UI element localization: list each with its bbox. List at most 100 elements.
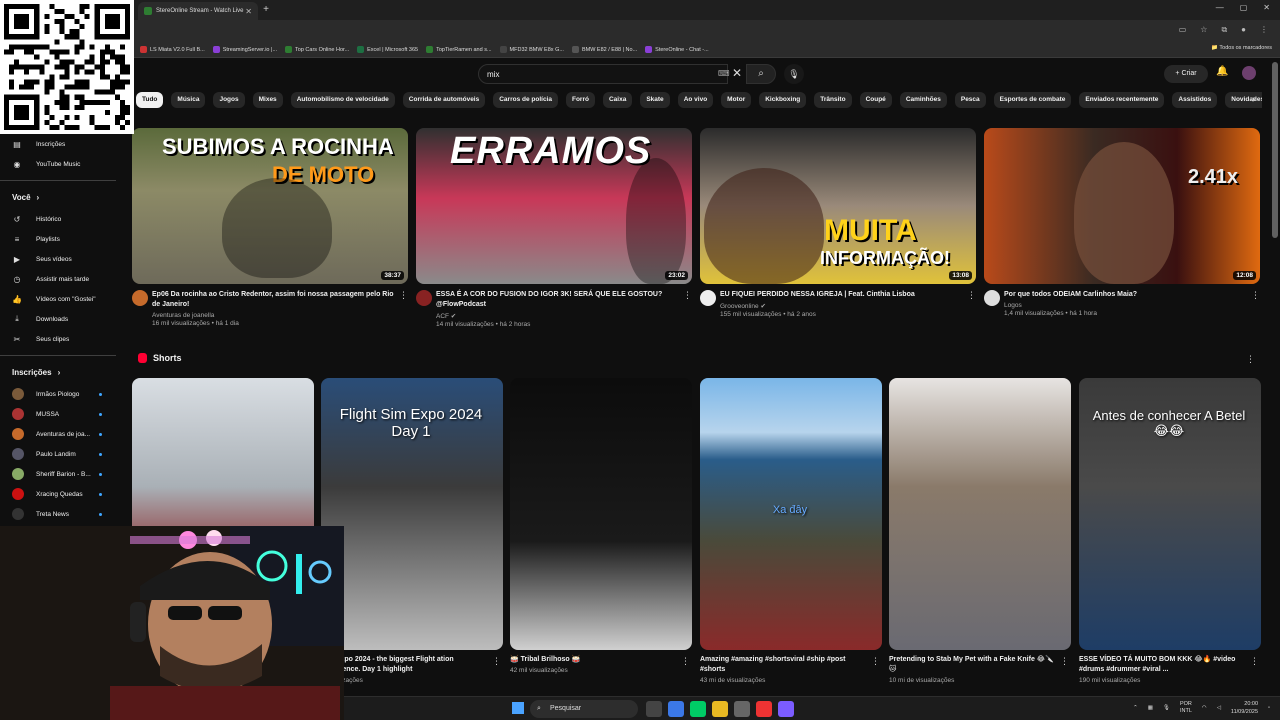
sidebar-subscription-item[interactable]: Treta News bbox=[0, 504, 128, 524]
sidebar-item[interactable]: ✂ Seus clipes bbox=[0, 329, 128, 349]
bookmark-item[interactable]: Excel | Microsoft 365 bbox=[357, 46, 418, 53]
search-input[interactable]: mix bbox=[478, 64, 728, 84]
chevron-up-icon[interactable]: ⌃ bbox=[1133, 705, 1138, 711]
chrome-icon[interactable] bbox=[756, 701, 772, 717]
chip-item[interactable]: Trânsito bbox=[814, 92, 852, 108]
channel-name[interactable]: Aventuras de joanella bbox=[152, 312, 408, 319]
sidebar-item[interactable]: ≡ Playlists bbox=[0, 229, 128, 249]
discord-icon[interactable] bbox=[778, 701, 794, 717]
chip-item[interactable]: Assistidos bbox=[1172, 92, 1218, 108]
clock[interactable]: 20:00 11/09/2025 bbox=[1231, 700, 1258, 716]
more-options-icon[interactable]: ⋮ bbox=[683, 290, 692, 301]
more-options-icon[interactable]: ⋮ bbox=[492, 656, 501, 667]
taskbar-search[interactable]: ⌕ Pesquisar bbox=[530, 700, 638, 718]
short-thumbnail[interactable] bbox=[889, 378, 1071, 650]
video-title[interactable]: Ep06 Da rocinha ao Cristo Redentor, assi… bbox=[152, 290, 408, 310]
sidebar-subscription-item[interactable]: Aventuras de joa... bbox=[0, 424, 128, 444]
chip-item[interactable]: Motor bbox=[721, 92, 752, 108]
chip-item[interactable]: Enviados recentemente bbox=[1079, 92, 1165, 108]
chip-item[interactable]: Jogos bbox=[213, 92, 245, 108]
minimize-icon[interactable]: — bbox=[1216, 3, 1224, 12]
language-indicator[interactable]: POR INTL bbox=[1180, 701, 1192, 715]
short-title[interactable]: Pretending to Stab My Pet with a Fake Kn… bbox=[889, 655, 1071, 675]
short-thumbnail[interactable] bbox=[510, 378, 692, 650]
short-thumbnail[interactable]: Xa đây bbox=[700, 378, 882, 650]
sidebar-item[interactable]: 👍 Vídeos com "Gostei" bbox=[0, 289, 128, 309]
microphone-tray-icon[interactable]: 🎙 bbox=[1163, 705, 1170, 711]
short-thumbnail[interactable]: Antes de conhecer A Betel 😂😂 bbox=[1079, 378, 1261, 650]
more-options-icon[interactable]: ⋮ bbox=[967, 290, 976, 301]
bookmark-item[interactable]: StreamingServer.io |... bbox=[212, 46, 277, 53]
chip-item[interactable]: Automobilismo de velocidade bbox=[290, 92, 395, 108]
search-button[interactable]: ⌕ bbox=[746, 64, 776, 84]
all-bookmarks-folder[interactable]: 📁 Todos os marcadores bbox=[1211, 45, 1272, 51]
video-title[interactable]: ESSA É A COR DO FUSION DO IGOR 3K! SERÁ … bbox=[436, 290, 692, 310]
channel-avatar[interactable] bbox=[132, 290, 148, 306]
sidebar-item[interactable]: ◷ Assistir mais tarde bbox=[0, 269, 128, 289]
chip-item[interactable]: Pesca bbox=[954, 92, 986, 108]
notifications-icon[interactable]: 🔔 bbox=[1216, 66, 1228, 77]
video-card[interactable]: SUBIMOS A ROCINHA DE MOTO 38:37 Ep06 Da roc… bbox=[132, 128, 408, 327]
chip-item[interactable]: Skate bbox=[640, 92, 670, 108]
video-card[interactable]: MUITA INFORMAÇÃO! 13:08 EU FIQUEI PERDIDO N… bbox=[700, 128, 976, 318]
store-icon[interactable] bbox=[734, 701, 750, 717]
address-bar[interactable]: ▭ ☆ ⧉ ● ⋮ bbox=[0, 20, 1280, 42]
profile-icon[interactable]: ● bbox=[1241, 25, 1246, 35]
chip-item[interactable]: Carros de polícia bbox=[493, 92, 558, 108]
menu-icon[interactable]: ⋮ bbox=[1260, 25, 1268, 35]
more-options-icon[interactable]: ⋮ bbox=[681, 656, 690, 667]
short-title[interactable]: Sim Expo 2024 - the biggest Flight ation… bbox=[321, 655, 503, 675]
chip-item[interactable]: Forró bbox=[565, 92, 595, 108]
sidebar-subscription-item[interactable]: Irmãos Piologo bbox=[0, 384, 128, 404]
channel-name[interactable]: Grooveonline ✔ bbox=[720, 302, 976, 310]
page-scrollbar[interactable] bbox=[1272, 62, 1278, 238]
shorts-more-icon[interactable]: ⋮ bbox=[1246, 354, 1255, 365]
chip-item[interactable]: Tudo bbox=[136, 92, 164, 108]
new-tab-button[interactable]: + bbox=[260, 4, 272, 16]
edge-icon[interactable] bbox=[690, 701, 706, 717]
channel-avatar[interactable] bbox=[700, 290, 716, 306]
extensions-icon[interactable]: ⧉ bbox=[1221, 25, 1227, 35]
chip-item[interactable]: Corrida de automóveis bbox=[402, 92, 486, 108]
video-thumbnail[interactable]: ERRAMOS 23:02 bbox=[416, 128, 692, 284]
wifi-icon[interactable]: ◠ bbox=[1202, 705, 1207, 711]
chip-item[interactable]: Novidades para vo bbox=[1225, 92, 1262, 108]
channel-name[interactable]: Logos bbox=[1004, 302, 1260, 309]
short-thumbnail[interactable]: Flight Sim Expo 2024 Day 1 bbox=[321, 378, 503, 650]
clear-search-icon[interactable]: ✕ bbox=[732, 66, 742, 80]
chip-item[interactable]: Música bbox=[171, 92, 206, 108]
copilot-icon[interactable] bbox=[668, 701, 684, 717]
short-title[interactable]: 🥁 Tribal Brilhoso 🥁 bbox=[510, 655, 692, 665]
sidebar-subscription-item[interactable]: Sheriff Barion - B... bbox=[0, 464, 128, 484]
chip-item[interactable]: Caminhões bbox=[899, 92, 947, 108]
sidebar-subscription-item[interactable]: Xracing Quedas bbox=[0, 484, 128, 504]
bookmark-item[interactable]: LS Miata V2.0 Full B... bbox=[140, 46, 205, 53]
video-thumbnail[interactable]: 2.41x 12:08 bbox=[984, 128, 1260, 284]
video-card[interactable]: ERRAMOS 23:02 ESSA É A COR DO FUSION DO IG… bbox=[416, 128, 692, 328]
chip-item[interactable]: Ao vivo bbox=[677, 92, 714, 108]
video-card[interactable]: 2.41x 12:08 Por que todos ODEIAM Carlinhos… bbox=[984, 128, 1260, 317]
network-icon[interactable]: ▦ bbox=[1148, 705, 1153, 711]
bookmark-item[interactable]: StereOnline - Chat -... bbox=[645, 46, 709, 53]
close-window-icon[interactable]: ✕ bbox=[1263, 3, 1270, 12]
chip-item[interactable]: Mixes bbox=[252, 92, 283, 108]
bookmark-item[interactable]: MFD32 BMW E8x G... bbox=[499, 46, 564, 53]
bookmark-item[interactable]: Top Cars Online Hor... bbox=[285, 46, 349, 53]
bookmark-item[interactable]: TopTierRamen and s... bbox=[426, 46, 492, 53]
channel-name[interactable]: ACF ✔ bbox=[436, 312, 692, 320]
star-icon[interactable]: ☆ bbox=[1200, 25, 1207, 35]
sidebar-subscription-item[interactable]: Paulo Landim bbox=[0, 444, 128, 464]
sidebar-item[interactable]: ▤ Inscrições bbox=[0, 134, 128, 154]
short-card[interactable]: Xa đây Amazing #amazing #shortsviral #shi… bbox=[700, 378, 882, 684]
short-card[interactable]: Flight Sim Expo 2024 Day 1 Sim Expo 2024 … bbox=[321, 378, 503, 684]
account-avatar[interactable] bbox=[1242, 66, 1256, 80]
video-thumbnail[interactable]: MUITA INFORMAÇÃO! 13:08 bbox=[700, 128, 976, 284]
notifications-tray-icon[interactable]: ▫ bbox=[1268, 705, 1270, 711]
cast-icon[interactable]: ▭ bbox=[1179, 25, 1187, 35]
more-options-icon[interactable]: ⋮ bbox=[1250, 656, 1259, 667]
short-title[interactable]: Amazing #amazing #shortsviral #ship #pos… bbox=[700, 655, 882, 675]
channel-avatar[interactable] bbox=[416, 290, 432, 306]
short-card[interactable]: Pretending to Stab My Pet with a Fake Kn… bbox=[889, 378, 1071, 684]
short-title[interactable]: ESSE VÍDEO TÁ MUITO BOM KKK 😂🔥 #video #d… bbox=[1079, 655, 1261, 675]
chip-item[interactable]: Kickboxing bbox=[759, 92, 807, 108]
